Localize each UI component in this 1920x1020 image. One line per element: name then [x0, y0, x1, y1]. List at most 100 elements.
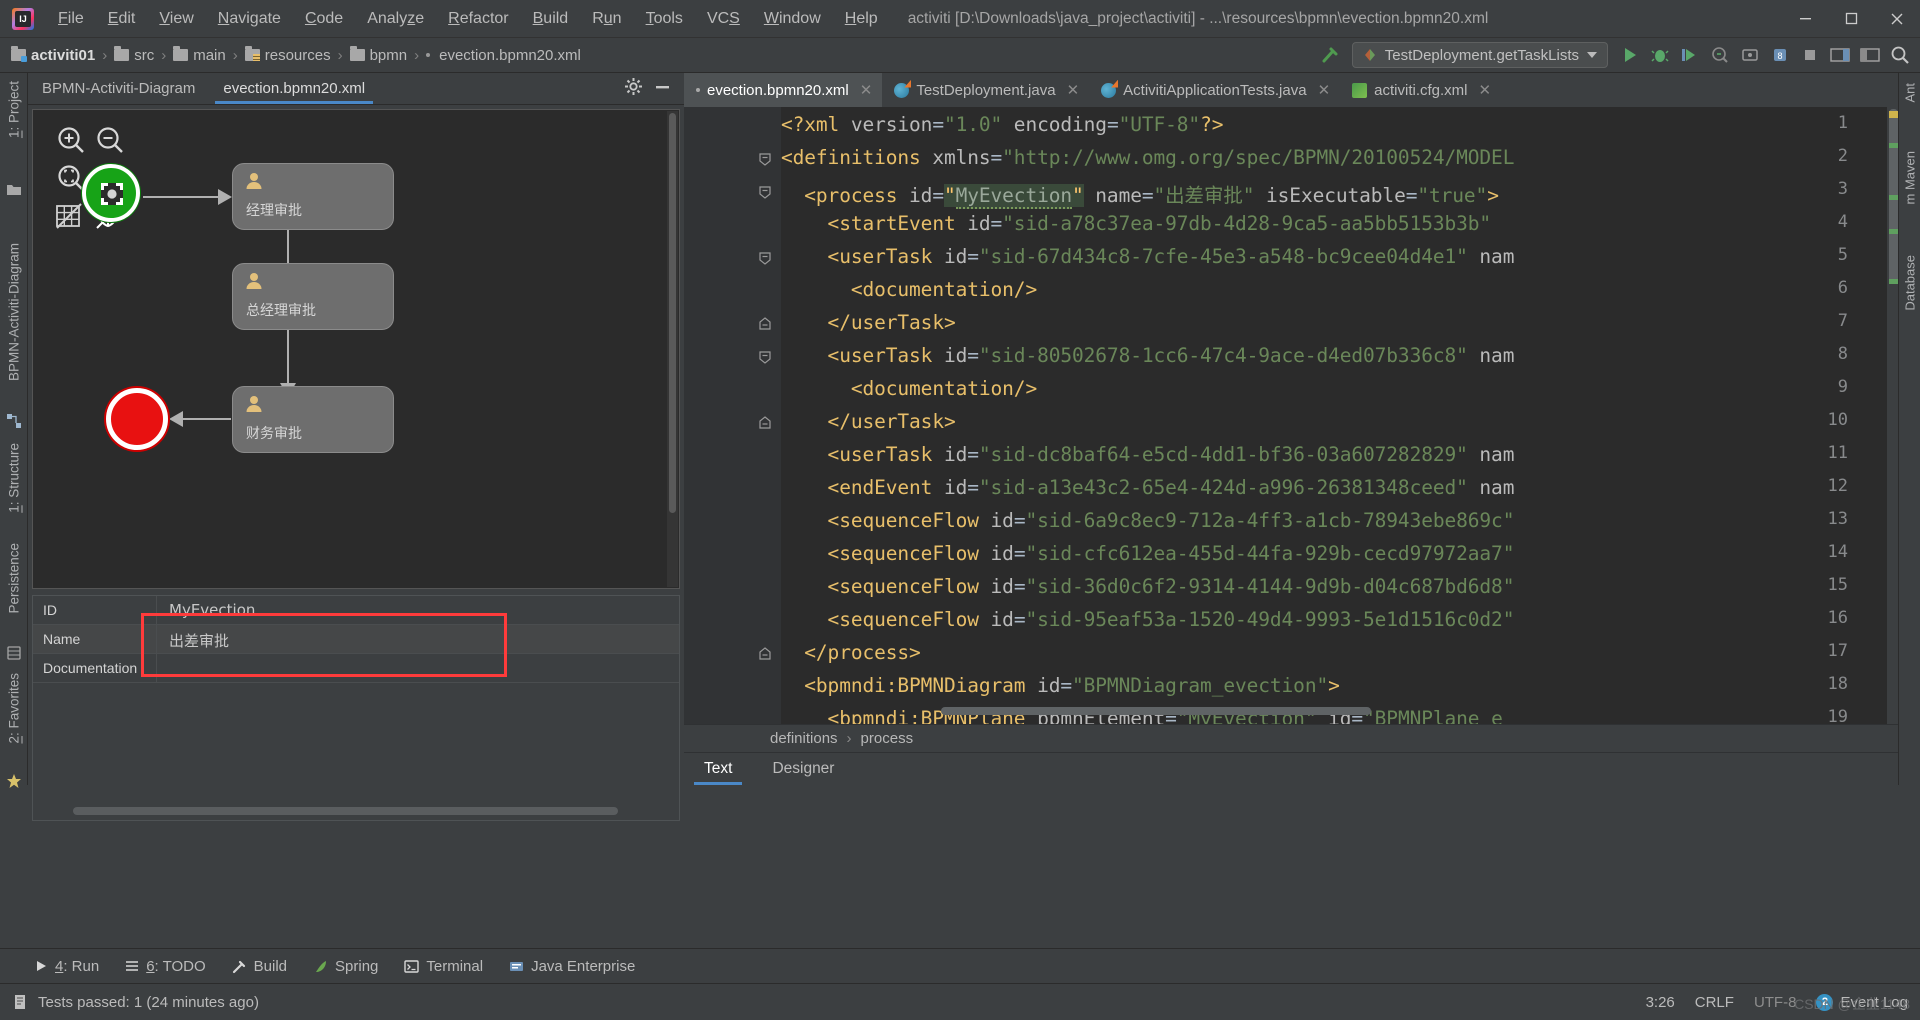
fold-end-icon[interactable] — [758, 416, 772, 430]
breadcrumb-item-bpmn[interactable]: bpmn — [347, 45, 411, 66]
sidebar-item-database[interactable]: Database — [1902, 255, 1917, 311]
file-encoding[interactable]: UTF-8 — [1754, 994, 1797, 1011]
fold-end-icon[interactable] — [758, 647, 772, 661]
editor-tab-activiti-cfg-xml[interactable]: activiti.cfg.xml ✕ — [1340, 73, 1501, 107]
code-line[interactable]: <sequenceFlow id="sid-cfc612ea-455d-44fa… — [781, 542, 1515, 565]
menu-run[interactable]: Run — [580, 7, 633, 31]
code-line[interactable]: <sequenceFlow id="sid-36d0c6f2-9314-4144… — [781, 575, 1515, 598]
persistence-icon[interactable] — [6, 645, 22, 661]
search-everywhere-icon[interactable] — [1886, 41, 1914, 69]
menu-navigate[interactable]: Navigate — [206, 7, 293, 31]
property-value[interactable] — [157, 654, 679, 682]
change-marker[interactable] — [1889, 279, 1898, 284]
code-line[interactable]: </userTask> — [781, 410, 956, 433]
minimize-panel-icon[interactable] — [653, 77, 672, 101]
run-coverage-icon[interactable] — [1676, 41, 1704, 69]
maximize-icon[interactable] — [1828, 0, 1874, 38]
canvas-vertical-scrollbar[interactable] — [667, 111, 678, 587]
change-marker[interactable] — [1889, 143, 1898, 148]
bottom-item-build[interactable]: Build — [232, 958, 287, 975]
restore-layout-icon[interactable] — [1856, 41, 1884, 69]
code-line[interactable]: <endEvent id="sid-a13e43c2-65e4-424d-a99… — [781, 476, 1515, 499]
menu-vcs[interactable]: VCS — [695, 7, 752, 31]
menu-edit[interactable]: Edit — [96, 7, 148, 31]
properties-horizontal-scrollbar[interactable] — [73, 807, 618, 815]
breadcrumb-item-src[interactable]: src — [111, 45, 157, 66]
editor-tab-testdeployment-java[interactable]: TestDeployment.java ✕ — [882, 73, 1089, 107]
menu-refactor[interactable]: Refactor — [436, 7, 520, 31]
profiler-icon[interactable] — [1706, 41, 1734, 69]
menu-view[interactable]: View — [147, 7, 205, 31]
code-line[interactable]: <userTask id="sid-67d434c8-7cfe-45e3-a54… — [781, 245, 1515, 268]
change-marker[interactable] — [1889, 195, 1898, 200]
code-line[interactable]: <sequenceFlow id="sid-6a9c8ec9-712a-4ff3… — [781, 509, 1515, 532]
breadcrumb-item-activiti01[interactable]: activiti01 — [8, 45, 98, 66]
table-row[interactable]: Name 出差审批 — [33, 625, 679, 654]
fold-collapse-icon[interactable] — [758, 350, 772, 364]
close-icon[interactable]: ✕ — [1318, 81, 1331, 99]
menu-tools[interactable]: Tools — [634, 7, 695, 31]
sidebar-item-project[interactable]: 1: Project — [6, 81, 21, 138]
caret-position[interactable]: 3:26 — [1646, 994, 1675, 1011]
code-line[interactable]: <userTask id="sid-80502678-1cc6-47c4-9ac… — [781, 344, 1515, 367]
menu-build[interactable]: Build — [521, 7, 581, 31]
code-line[interactable]: <userTask id="sid-dc8baf64-e5cd-4dd1-bf3… — [781, 443, 1515, 466]
minimize-icon[interactable] — [1782, 0, 1828, 38]
code-line[interactable]: <?xml version="1.0" encoding="UTF-8"?> — [781, 113, 1223, 136]
close-icon[interactable]: ✕ — [1479, 81, 1492, 99]
code-line[interactable]: <documentation/> — [781, 278, 1037, 301]
breadcrumb-definitions[interactable]: definitions — [770, 730, 838, 747]
sidebar-item-ant[interactable]: Ant — [1902, 83, 1917, 103]
project-folder-icon[interactable] — [6, 181, 22, 197]
start-event-node[interactable] — [82, 164, 140, 222]
bottom-item-terminal[interactable]: Terminal — [404, 958, 483, 975]
bottom-item-java-enterprise[interactable]: Java Enterprise — [509, 958, 635, 975]
property-value[interactable]: 出差审批 — [157, 625, 679, 653]
menu-file[interactable]: File — [46, 7, 96, 31]
build-hammer-icon[interactable] — [1316, 41, 1344, 69]
bottom-item-todo[interactable]: 6: TODO — [125, 958, 206, 975]
editor-tab-activitiapplicationtests-java[interactable]: ActivitiApplicationTests.java ✕ — [1089, 73, 1340, 107]
grid-toggle-icon[interactable] — [55, 202, 85, 237]
code-line[interactable]: <documentation/> — [781, 377, 1037, 400]
user-task-node-1[interactable]: 经理审批 — [232, 163, 394, 230]
menu-help[interactable]: Help — [833, 7, 890, 31]
fold-end-icon[interactable] — [758, 317, 772, 331]
change-marker[interactable] — [1889, 229, 1898, 234]
code-line[interactable]: </process> — [781, 641, 921, 664]
code-text-area[interactable]: 1 <?xml version="1.0" encoding="UTF-8"?> 2… — [684, 107, 1900, 750]
close-icon[interactable]: ✕ — [860, 81, 873, 99]
run-configuration-selector[interactable]: TestDeployment.getTaskLists — [1351, 42, 1608, 68]
sidebar-item-bpmn-diagram[interactable]: BPMN-Activiti-Diagram — [6, 243, 21, 381]
sidebar-item-maven[interactable]: m Maven — [1902, 151, 1917, 204]
tab-designer[interactable]: Designer — [752, 753, 854, 785]
end-event-node[interactable] — [106, 388, 168, 450]
user-task-node-2[interactable]: 总经理审批 — [232, 263, 394, 330]
settings-gear-icon[interactable] — [624, 77, 643, 101]
tab-text[interactable]: Text — [684, 753, 752, 785]
menu-code[interactable]: Code — [293, 7, 355, 31]
fold-collapse-icon[interactable] — [758, 251, 772, 265]
breadcrumb-item-file[interactable]: evection.bpmn20.xml — [423, 45, 584, 66]
editor-horizontal-scrollbar[interactable] — [781, 706, 1881, 716]
breadcrumb-item-resources[interactable]: resources — [242, 45, 334, 66]
table-row[interactable]: ID MyEvection — [33, 596, 679, 625]
user-task-node-3[interactable]: 财务审批 — [232, 386, 394, 453]
debug-icon[interactable] — [1646, 41, 1674, 69]
tab-bpmn-activiti-diagram[interactable]: BPMN-Activiti-Diagram — [28, 73, 209, 104]
line-separator[interactable]: CRLF — [1695, 994, 1734, 1011]
editor-tab-evection-bpmn20-xml[interactable]: evection.bpmn20.xml ✕ — [684, 73, 883, 107]
property-value[interactable]: MyEvection — [157, 596, 679, 624]
favorites-star-icon[interactable] — [6, 773, 22, 789]
attach-icon[interactable] — [1736, 41, 1764, 69]
fold-collapse-icon[interactable] — [758, 152, 772, 166]
bottom-item-spring[interactable]: Spring — [313, 958, 378, 975]
bpmn-canvas[interactable]: 经理审批 总经理审批 财务审批 — [32, 109, 680, 589]
table-row[interactable]: Documentation — [33, 654, 679, 683]
close-icon[interactable] — [1874, 0, 1920, 38]
bottom-item-run[interactable]: 4: Run — [34, 958, 99, 975]
code-line[interactable]: <sequenceFlow id="sid-95eaf53a-1520-49d4… — [781, 608, 1515, 631]
close-icon[interactable]: ✕ — [1067, 81, 1080, 99]
tab-evection-bpmn20-xml[interactable]: evection.bpmn20.xml — [209, 73, 379, 104]
run-icon[interactable] — [1616, 41, 1644, 69]
